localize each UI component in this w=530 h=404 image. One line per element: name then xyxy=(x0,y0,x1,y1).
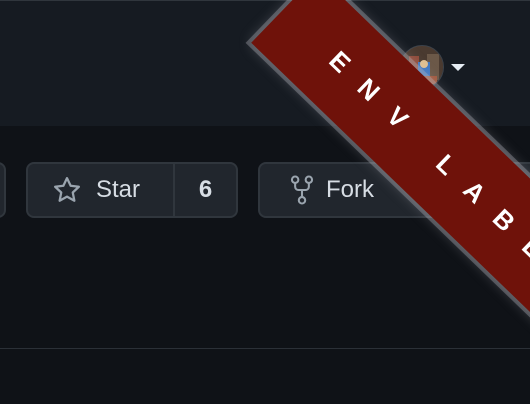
fork-label: Fork xyxy=(326,176,374,203)
previous-action-button[interactable] xyxy=(0,162,6,218)
chevron-down-icon[interactable] xyxy=(451,64,465,71)
star-button[interactable]: Star xyxy=(28,164,173,216)
star-count[interactable]: 6 xyxy=(175,164,236,216)
page: Star 6 Fork ENV LABEL xyxy=(0,0,530,404)
star-button-group: Star 6 xyxy=(26,162,238,218)
star-label: Star xyxy=(96,176,141,203)
star-icon xyxy=(54,177,80,202)
fork-icon xyxy=(290,175,314,205)
section-divider xyxy=(0,348,530,349)
